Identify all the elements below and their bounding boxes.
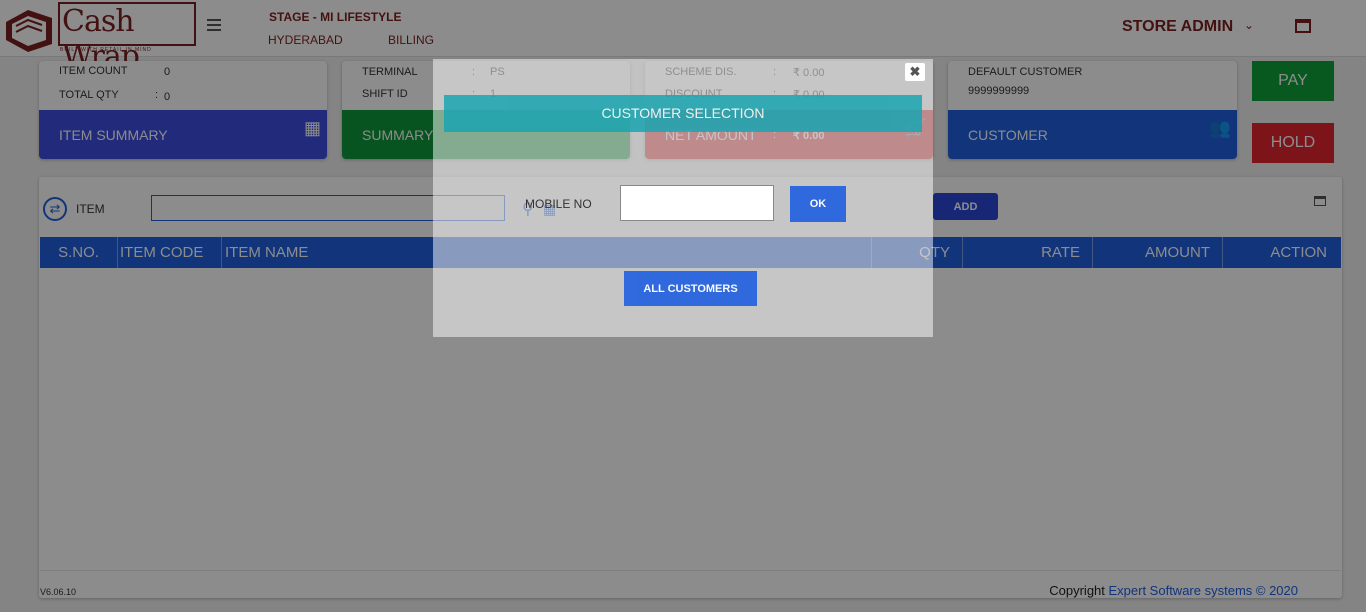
mobile-no-label: MOBILE NO (525, 197, 592, 211)
close-icon[interactable]: ✖ (905, 63, 925, 81)
mobile-no-input[interactable] (620, 185, 774, 221)
ok-button[interactable]: OK (790, 186, 846, 222)
modal-title: CUSTOMER SELECTION (444, 95, 922, 132)
customer-selection-modal: ✖ CUSTOMER SELECTION MOBILE NO OK ALL CU… (433, 59, 933, 337)
all-customers-button[interactable]: ALL CUSTOMERS (624, 271, 757, 306)
